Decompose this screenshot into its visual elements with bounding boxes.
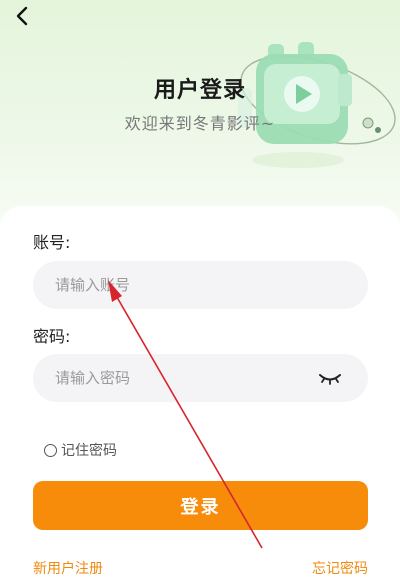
forgot-password-link[interactable]: 忘记密码 bbox=[312, 558, 368, 578]
register-link[interactable]: 新用户注册 bbox=[33, 558, 103, 578]
account-field[interactable] bbox=[33, 261, 368, 309]
login-button[interactable]: 登录 bbox=[33, 481, 368, 530]
eye-closed-icon[interactable] bbox=[318, 368, 342, 388]
radio-circle-icon bbox=[44, 443, 57, 457]
account-input[interactable] bbox=[55, 261, 315, 309]
remember-password-label: 记住密码 bbox=[61, 443, 117, 459]
remember-password-checkbox[interactable]: 记住密码 bbox=[44, 440, 117, 460]
account-label: 账号: bbox=[33, 233, 71, 252]
chevron-left-icon bbox=[16, 6, 28, 26]
back-button[interactable] bbox=[8, 2, 36, 30]
page-title: 用户登录 bbox=[153, 78, 246, 103]
password-label: 密码: bbox=[33, 327, 71, 346]
video-player-illustration bbox=[238, 42, 396, 168]
password-input[interactable] bbox=[55, 354, 315, 402]
password-field[interactable] bbox=[33, 354, 368, 402]
page-subtitle: 欢迎来到冬青影评~ bbox=[124, 114, 276, 133]
